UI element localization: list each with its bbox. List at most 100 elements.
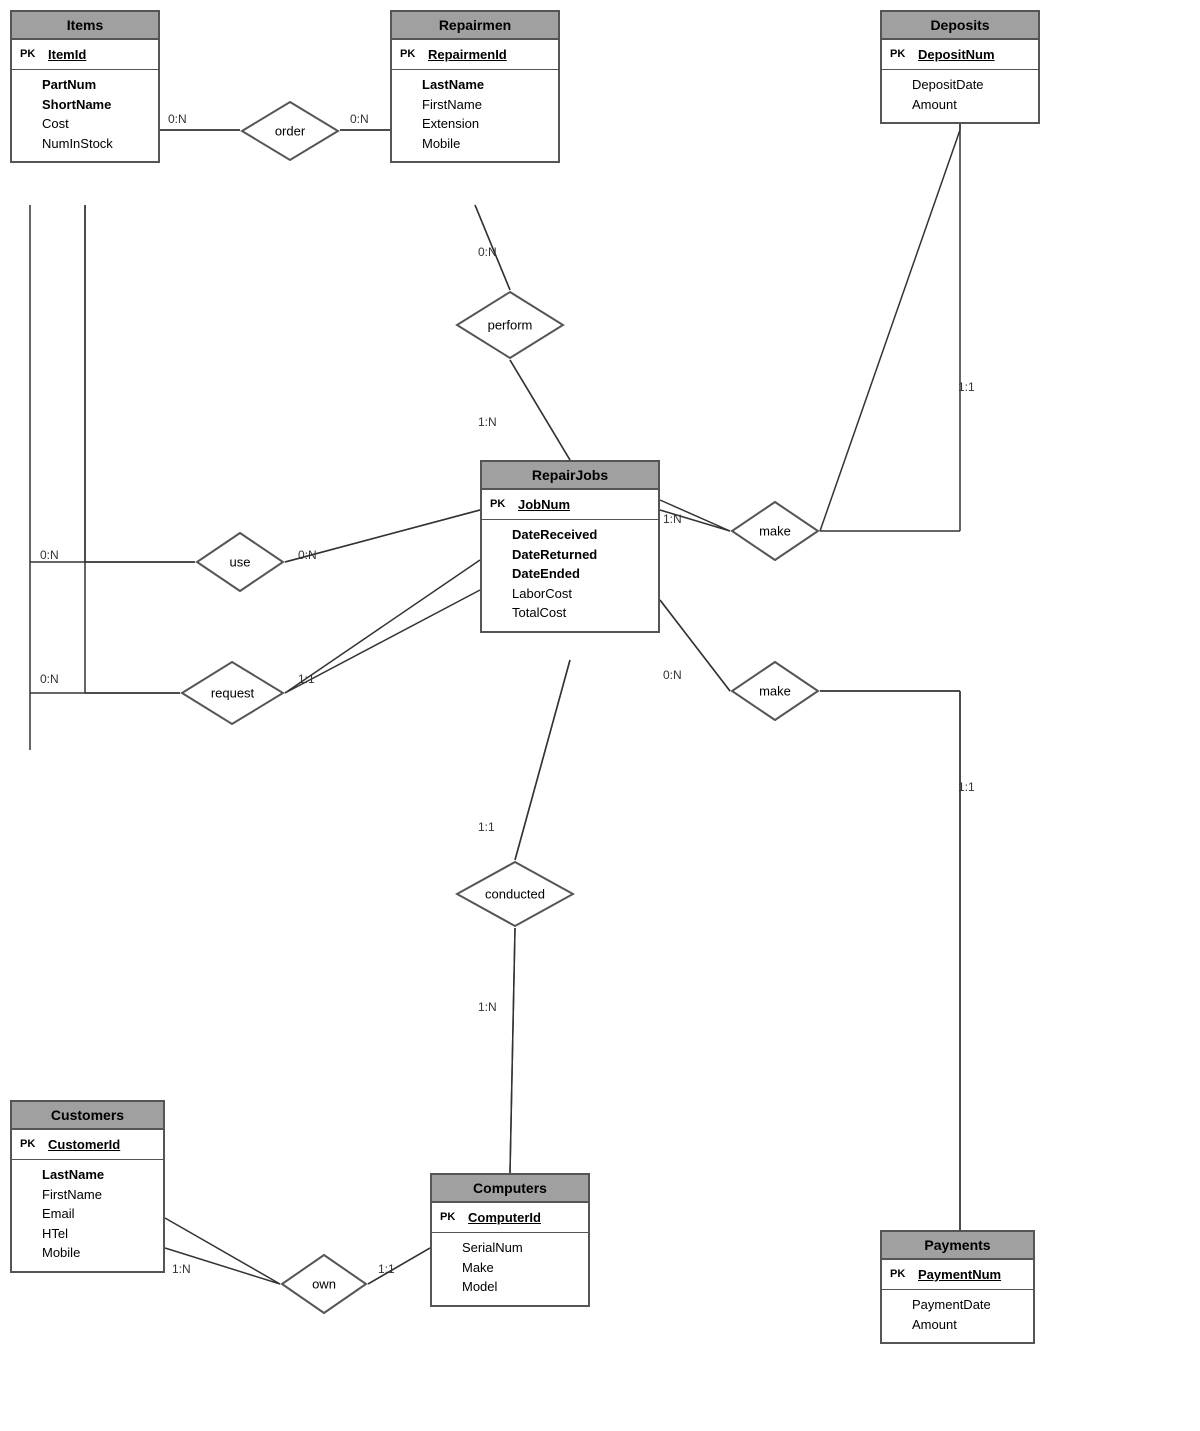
pk-label: PK (890, 46, 912, 62)
diamond-conducted: conducted (455, 860, 575, 928)
diamond-make-top-label: make (759, 524, 791, 539)
entity-customers-pk-row: PK CustomerId (12, 1134, 163, 1156)
payments-fields: PaymentDate Amount (882, 1293, 1033, 1338)
entity-deposits-header: Deposits (882, 12, 1038, 40)
diamond-conducted-label: conducted (485, 887, 545, 902)
field-lastname: LastName (422, 75, 550, 95)
diamond-own-label: own (312, 1277, 336, 1292)
card-make-bot-payments: 1:1 (958, 780, 975, 794)
entity-computers-header: Computers (432, 1175, 588, 1203)
card-perform-repairjobs: 1:N (478, 415, 497, 429)
entity-items-header: Items (12, 12, 158, 40)
field-cost: Cost (42, 114, 150, 134)
diamond-order-label: order (275, 124, 305, 139)
entity-customers-body: PK CustomerId LastName FirstName Email H… (12, 1130, 163, 1271)
field-amount: Amount (912, 95, 1030, 115)
pk-label: PK (20, 1136, 42, 1152)
field-model: Model (462, 1277, 580, 1297)
card-items-use: 0:N (40, 548, 59, 562)
card-conducted-computers: 1:N (478, 1000, 497, 1014)
pk-label: PK (490, 496, 512, 512)
field-firstname: FirstName (42, 1185, 155, 1205)
entity-deposits: Deposits PK DepositNum DepositDate Amoun… (880, 10, 1040, 124)
entity-computers-pk-row: PK ComputerId (432, 1207, 588, 1229)
entity-repairjobs-pk-row: PK JobNum (482, 494, 658, 516)
items-pk-field: ItemId (48, 46, 86, 64)
card-repairjobs-make-bot: 0:N (663, 668, 682, 682)
diamond-make-bot: make (730, 660, 820, 722)
payments-pk-field: PaymentNum (918, 1266, 1001, 1284)
entity-deposits-pk-row: PK DepositNum (882, 44, 1038, 66)
entity-repairmen-pk-row: PK RepairmenId (392, 44, 558, 66)
card-customers-request: 0:N (40, 672, 59, 686)
computers-pk-field: ComputerId (468, 1209, 541, 1227)
entity-repairjobs-header: RepairJobs (482, 462, 658, 490)
entity-items-pk-row: PK ItemId (12, 44, 158, 66)
field-firstname: FirstName (422, 95, 550, 115)
diamond-make-bot-label: make (759, 684, 791, 699)
field-numinstock: NumInStock (42, 134, 150, 154)
entity-items-body: PK ItemId PartNum ShortName Cost NumInSt… (12, 40, 158, 161)
field-htel: HTel (42, 1224, 155, 1244)
repairmen-fields: LastName FirstName Extension Mobile (392, 73, 558, 157)
field-datereturned: DateReturned (512, 545, 650, 565)
card-repairjobs-make-top: 1:N (663, 512, 682, 526)
entity-repairjobs: RepairJobs PK JobNum DateReceived DateRe… (480, 460, 660, 633)
card-use-repairjobs: 0:N (298, 548, 317, 562)
items-fields: PartNum ShortName Cost NumInStock (12, 73, 158, 157)
card-request-repairjobs: 1:1 (298, 672, 315, 686)
diamond-perform: perform (455, 290, 565, 360)
entity-deposits-body: PK DepositNum DepositDate Amount (882, 40, 1038, 122)
entity-items: Items PK ItemId PartNum ShortName Cost N… (10, 10, 160, 163)
entity-repairmen: Repairmen PK RepairmenId LastName FirstN… (390, 10, 560, 163)
field-email: Email (42, 1204, 155, 1224)
entity-repairjobs-body: PK JobNum DateReceived DateReturned Date… (482, 490, 658, 631)
card-make-top-deposits: 1:1 (958, 380, 975, 394)
field-totalcost: TotalCost (512, 603, 650, 623)
card-customers-own: 1:N (172, 1262, 191, 1276)
repairjobs-fields: DateReceived DateReturned DateEnded Labo… (482, 523, 658, 627)
diamond-perform-label: perform (488, 318, 533, 333)
pk-label: PK (20, 46, 42, 62)
deposits-fields: DepositDate Amount (882, 73, 1038, 118)
entity-payments: Payments PK PaymentNum PaymentDate Amoun… (880, 1230, 1035, 1344)
computers-fields: SerialNum Make Model (432, 1236, 588, 1301)
repairjobs-pk-field: JobNum (518, 496, 570, 514)
entity-customers-header: Customers (12, 1102, 163, 1130)
field-partnum: PartNum (42, 75, 150, 95)
field-make: Make (462, 1258, 580, 1278)
diamond-request-label: request (211, 686, 254, 701)
field-mobile: Mobile (422, 134, 550, 154)
field-extension: Extension (422, 114, 550, 134)
entity-repairmen-body: PK RepairmenId LastName FirstName Extens… (392, 40, 558, 161)
field-datereceived: DateReceived (512, 525, 650, 545)
diamond-use-label: use (230, 555, 251, 570)
entity-repairmen-header: Repairmen (392, 12, 558, 40)
diamond-request: request (180, 660, 285, 726)
repairmen-pk-field: RepairmenId (428, 46, 507, 64)
entity-computers-body: PK ComputerId SerialNum Make Model (432, 1203, 588, 1305)
entity-payments-pk-row: PK PaymentNum (882, 1264, 1033, 1286)
entity-computers: Computers PK ComputerId SerialNum Make M… (430, 1173, 590, 1307)
field-amount: Amount (912, 1315, 1025, 1335)
deposits-pk-field: DepositNum (918, 46, 995, 64)
customers-fields: LastName FirstName Email HTel Mobile (12, 1163, 163, 1267)
field-paymentdate: PaymentDate (912, 1295, 1025, 1315)
diamond-order: order (240, 100, 340, 162)
erd-diagram: Items PK ItemId PartNum ShortName Cost N… (0, 0, 1200, 1431)
customers-pk-field: CustomerId (48, 1136, 120, 1154)
pk-label: PK (440, 1209, 462, 1225)
field-dateended: DateEnded (512, 564, 650, 584)
entity-payments-header: Payments (882, 1232, 1033, 1260)
field-shortname: ShortName (42, 95, 150, 115)
card-items-order: 0:N (168, 112, 187, 126)
field-lastname: LastName (42, 1165, 155, 1185)
card-own-computers: 1:1 (378, 1262, 395, 1276)
diamond-own: own (280, 1253, 368, 1315)
field-depositdate: DepositDate (912, 75, 1030, 95)
field-serialnum: SerialNum (462, 1238, 580, 1258)
entity-customers: Customers PK CustomerId LastName FirstNa… (10, 1100, 165, 1273)
diamond-make-top: make (730, 500, 820, 562)
pk-label: PK (890, 1266, 912, 1282)
field-laborcost: LaborCost (512, 584, 650, 604)
